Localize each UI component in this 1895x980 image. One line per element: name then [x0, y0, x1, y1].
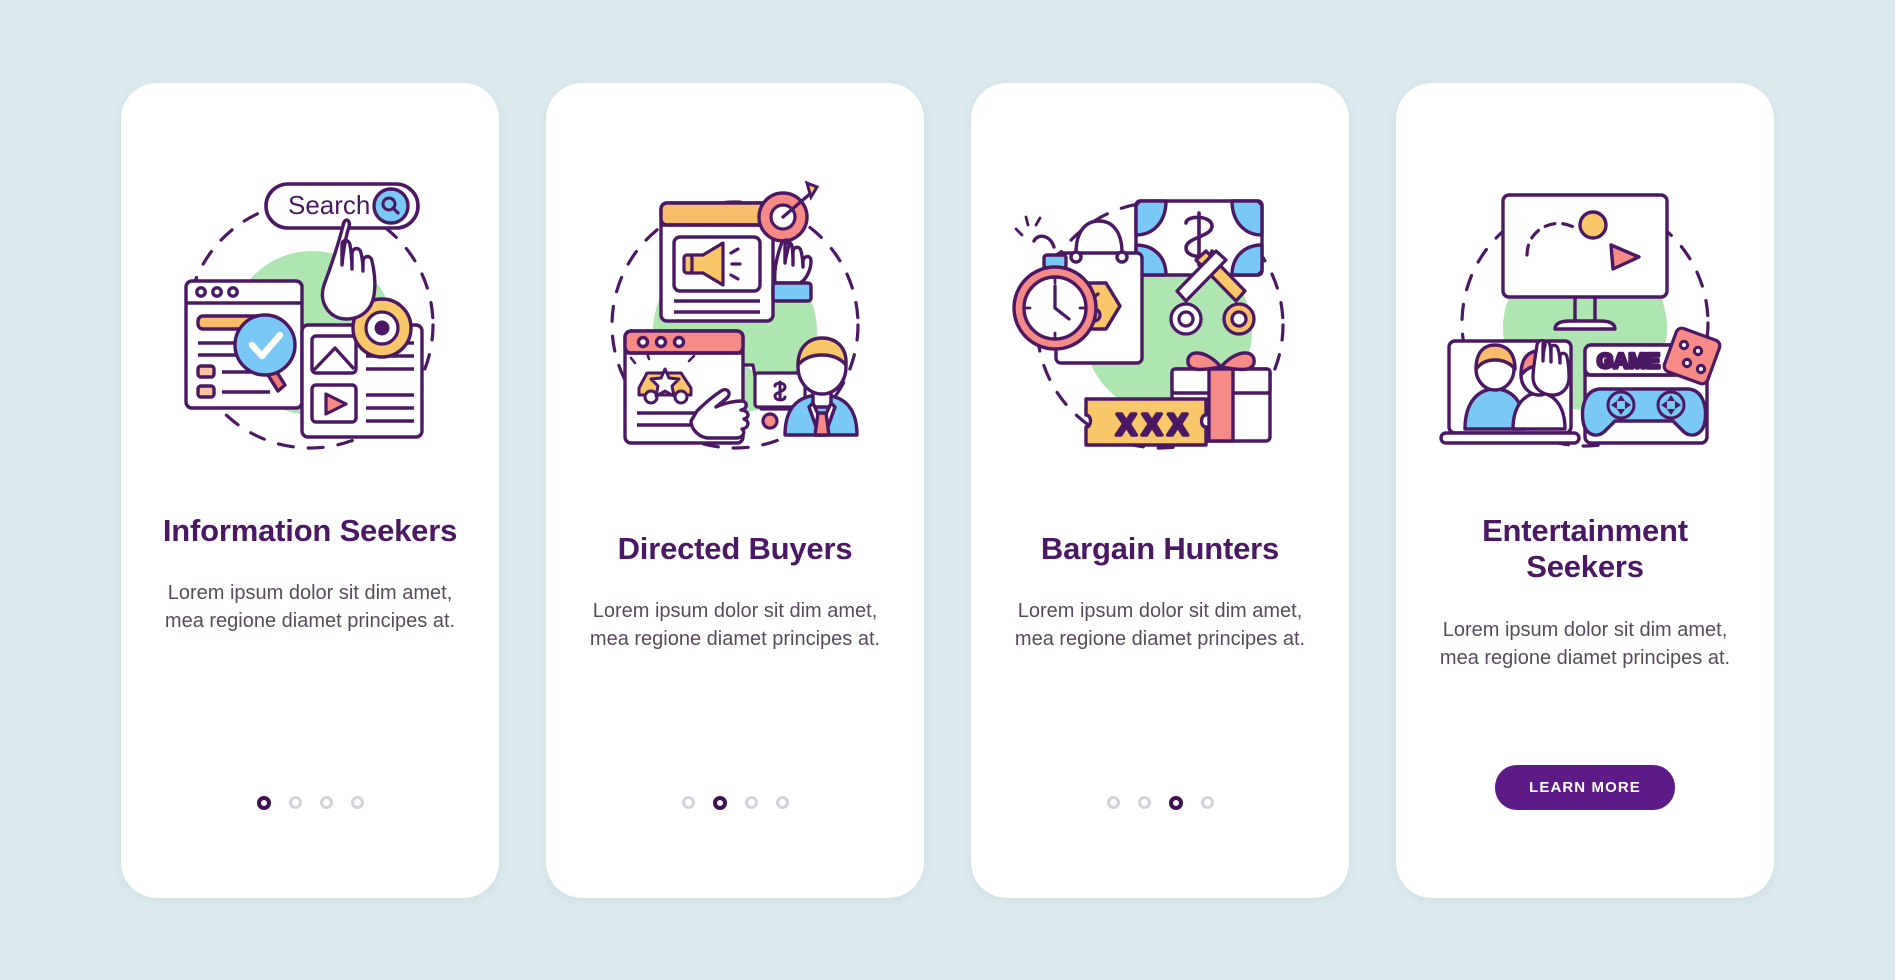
card-title: Bargain Hunters — [1040, 530, 1280, 566]
game-label: GAME — [1597, 350, 1660, 373]
card-footer — [121, 795, 499, 810]
information-seekers-illustration: Search — [160, 173, 460, 473]
card-footer — [546, 795, 924, 810]
pagination-dot-4[interactable] — [1200, 796, 1214, 809]
card-body-text: Lorem ipsum dolor sit dim amet, mea regi… — [1014, 600, 1306, 651]
card-footer — [971, 795, 1349, 810]
coupon-label: XXX — [1116, 407, 1193, 442]
card-body-text: Lorem ipsum dolor sit dim amet, mea regi… — [1439, 618, 1731, 670]
bargain-hunters-illustration: XXX — [1010, 173, 1310, 473]
onboarding-card-entertainment-seekers: GAME Entertainment Seekers Lorem ipsum d… — [1396, 82, 1774, 898]
card-title: Information Seekers — [162, 512, 458, 548]
pagination-dots[interactable] — [681, 795, 789, 810]
onboarding-screens-container: Search Information Seekers Lorem ipsum d… — [0, 0, 1895, 980]
pagination-dot-3[interactable] — [744, 796, 758, 809]
card-body-text: Lorem ipsum dolor sit dim amet, mea regi… — [164, 582, 456, 633]
pagination-dot-3[interactable] — [319, 796, 333, 809]
card-body-text: Lorem ipsum dolor sit dim amet, mea regi… — [589, 600, 881, 651]
card-title: Entertainment Seekers — [1482, 512, 1688, 585]
directed-buyers-illustration — [585, 173, 885, 473]
search-bar-label: Search — [288, 190, 370, 220]
pagination-dot-1[interactable] — [256, 795, 271, 810]
pagination-dot-3[interactable] — [1168, 795, 1183, 810]
pagination-dot-4[interactable] — [775, 796, 789, 809]
pagination-dot-1[interactable] — [681, 796, 695, 809]
entertainment-seekers-illustration: GAME — [1435, 173, 1735, 473]
pagination-dot-2[interactable] — [712, 795, 727, 810]
search-icon — [372, 186, 410, 225]
onboarding-card-directed-buyers: Directed Buyers Lorem ipsum dolor sit di… — [546, 82, 924, 898]
learn-more-button[interactable]: LEARN MORE — [1495, 764, 1675, 810]
pagination-dot-4[interactable] — [350, 796, 364, 809]
pagination-dot-2[interactable] — [288, 796, 302, 809]
pagination-dots[interactable] — [256, 795, 364, 810]
card-footer: LEARN MORE — [1396, 764, 1774, 810]
pagination-dots[interactable] — [1106, 795, 1214, 810]
pagination-dot-2[interactable] — [1137, 796, 1151, 809]
onboarding-card-information-seekers: Search Information Seekers Lorem ipsum d… — [121, 82, 499, 898]
pagination-dot-1[interactable] — [1106, 796, 1120, 809]
onboarding-card-bargain-hunters: XXX Bargain Hunters Lorem ipsum dolor si… — [971, 82, 1349, 898]
card-title: Directed Buyers — [617, 530, 853, 566]
